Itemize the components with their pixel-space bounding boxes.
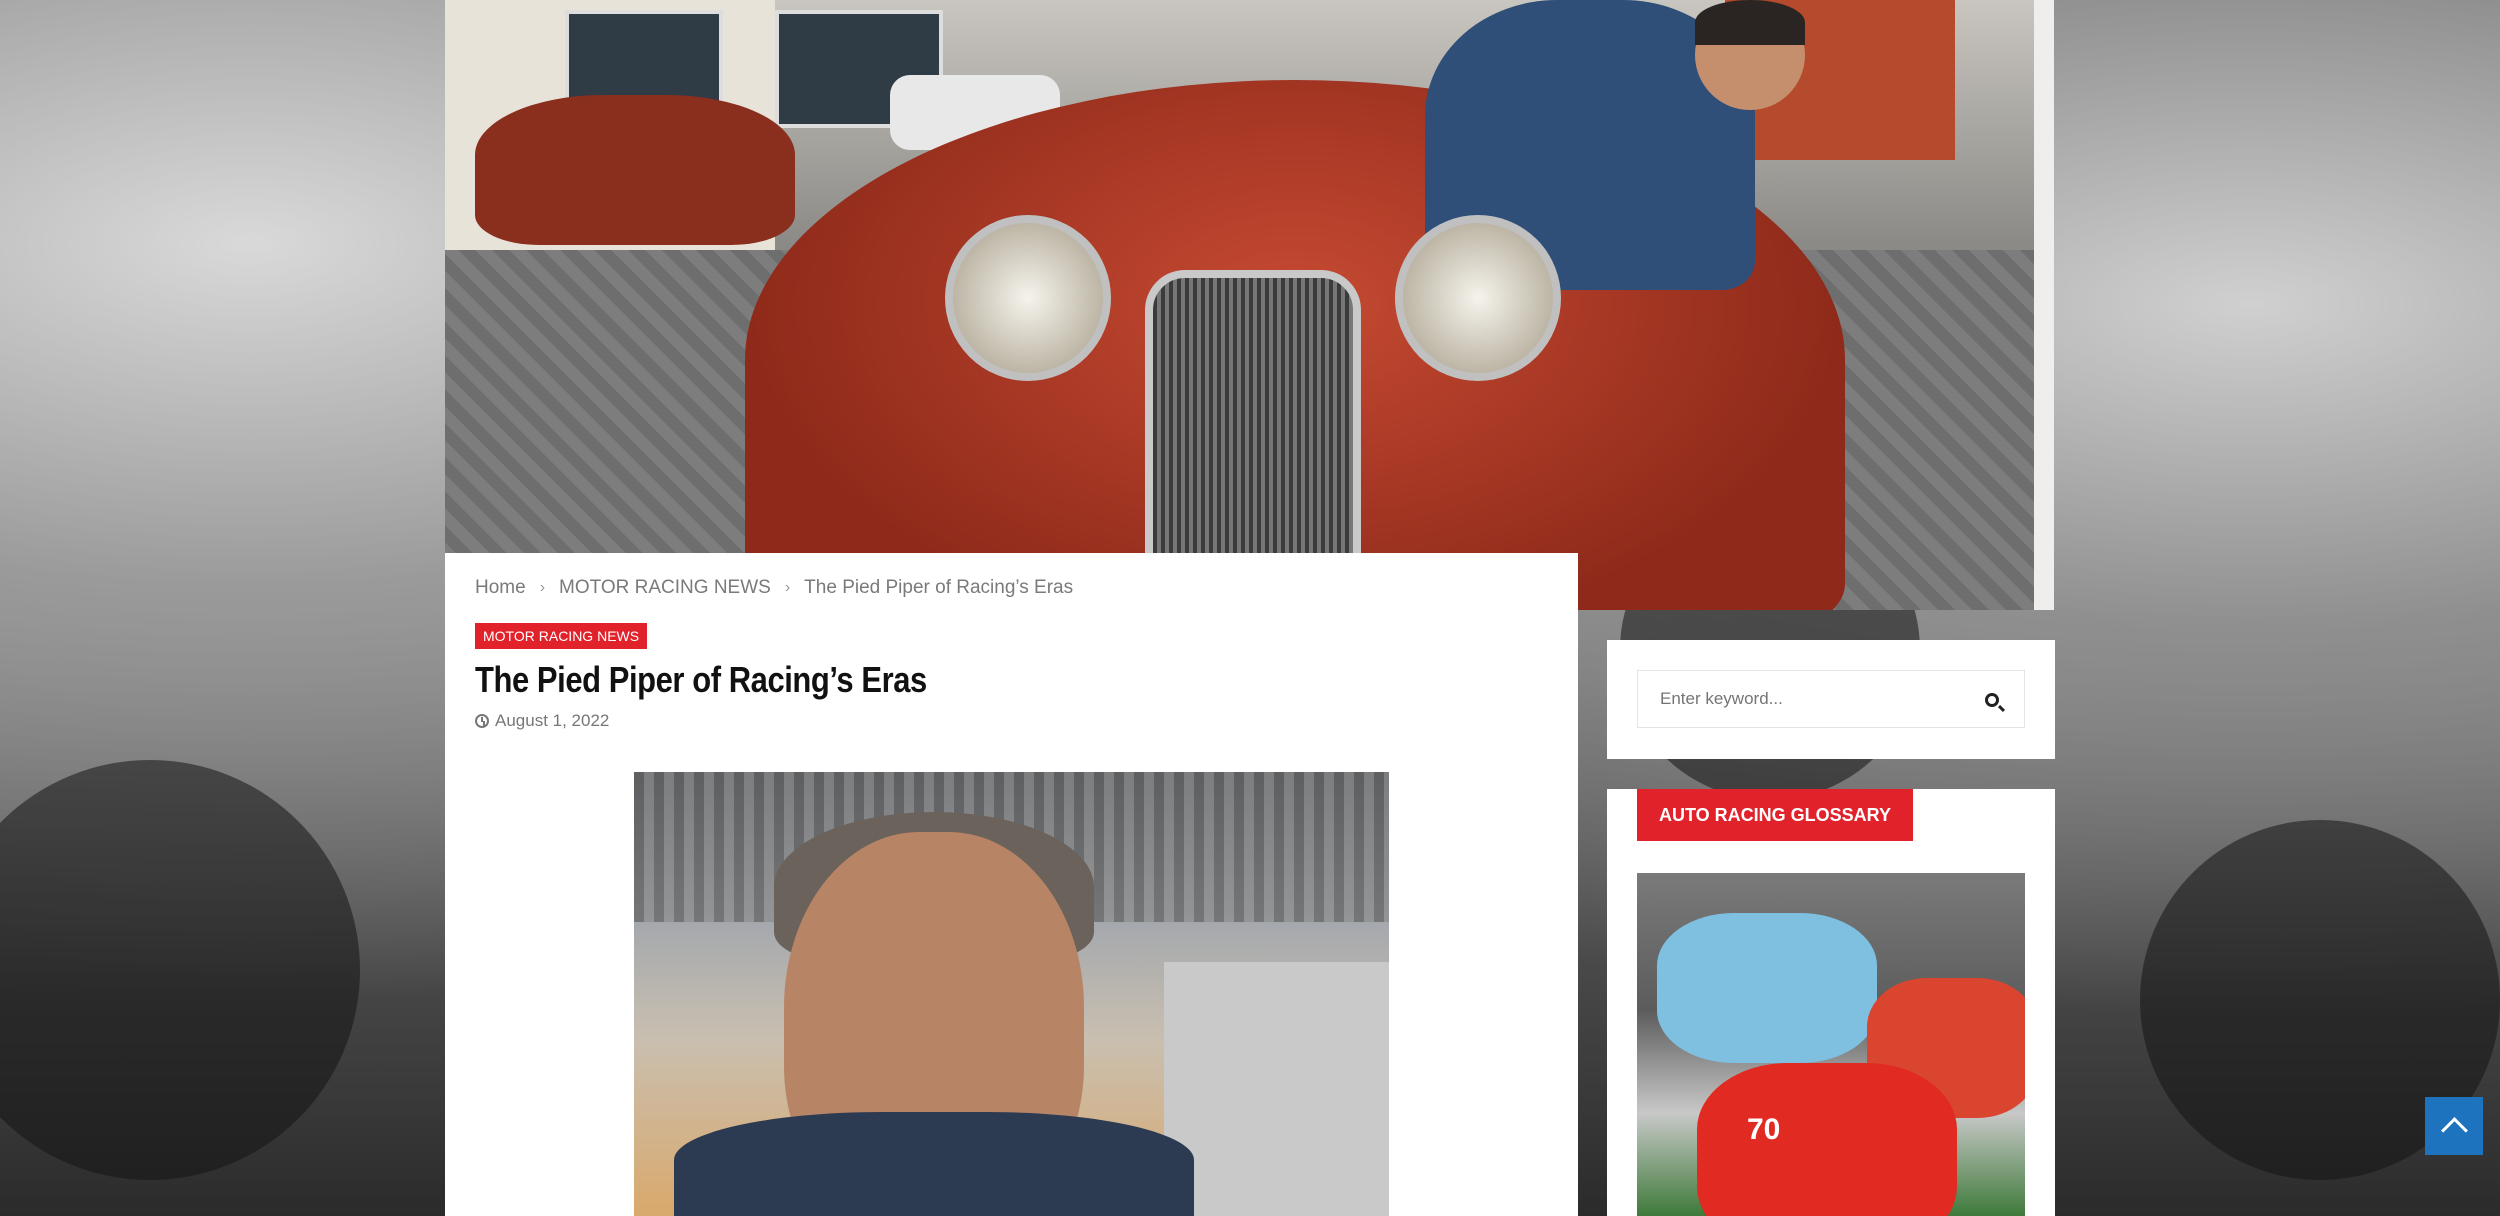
- car-number: 70: [1747, 1113, 1781, 1146]
- category-badge[interactable]: MOTOR RACING NEWS: [475, 623, 648, 649]
- article-featured-image: [634, 772, 1389, 1216]
- breadcrumb-home-link[interactable]: Home: [475, 577, 526, 599]
- search-button[interactable]: [1967, 688, 2017, 712]
- glossary-widget: AUTO RACING GLOSSARY 70: [1607, 789, 2055, 1216]
- search-icon: [1985, 693, 1999, 707]
- hero-image: [445, 0, 2054, 610]
- image-barrier: [1164, 962, 1389, 1216]
- glossary-image[interactable]: 70: [1637, 873, 2025, 1216]
- hero-man-hair: [1695, 0, 1805, 45]
- breadcrumb-chevron-icon: ›: [784, 579, 791, 596]
- image-race-car: [1657, 913, 1877, 1063]
- hero-headlamp: [945, 215, 1111, 381]
- post-date: August 1, 2022: [475, 711, 609, 731]
- post-date-text: August 1, 2022: [495, 711, 610, 730]
- post-title: The Pied Piper of Racing’s Eras: [475, 659, 927, 700]
- image-race-car: [1697, 1063, 1957, 1216]
- hero-headlamp: [1395, 215, 1561, 381]
- back-to-top-button[interactable]: [2425, 1097, 2483, 1155]
- breadcrumb-current: The Pied Piper of Racing’s Eras: [804, 577, 1074, 598]
- image-man-jacket: [674, 1112, 1194, 1216]
- breadcrumb-chevron-icon: ›: [539, 579, 546, 596]
- background-wheel: [0, 760, 360, 1180]
- hero-parked-car: [475, 95, 795, 245]
- breadcrumb-category-link[interactable]: MOTOR RACING NEWS: [559, 577, 771, 599]
- widget-title: AUTO RACING GLOSSARY: [1637, 789, 1914, 841]
- clock-icon: [475, 714, 489, 728]
- chevron-up-icon: [2440, 1116, 2468, 1144]
- breadcrumb: Home › MOTOR RACING NEWS › The Pied Pipe…: [475, 577, 1073, 599]
- article-column: Home › MOTOR RACING NEWS › The Pied Pipe…: [445, 553, 1578, 1216]
